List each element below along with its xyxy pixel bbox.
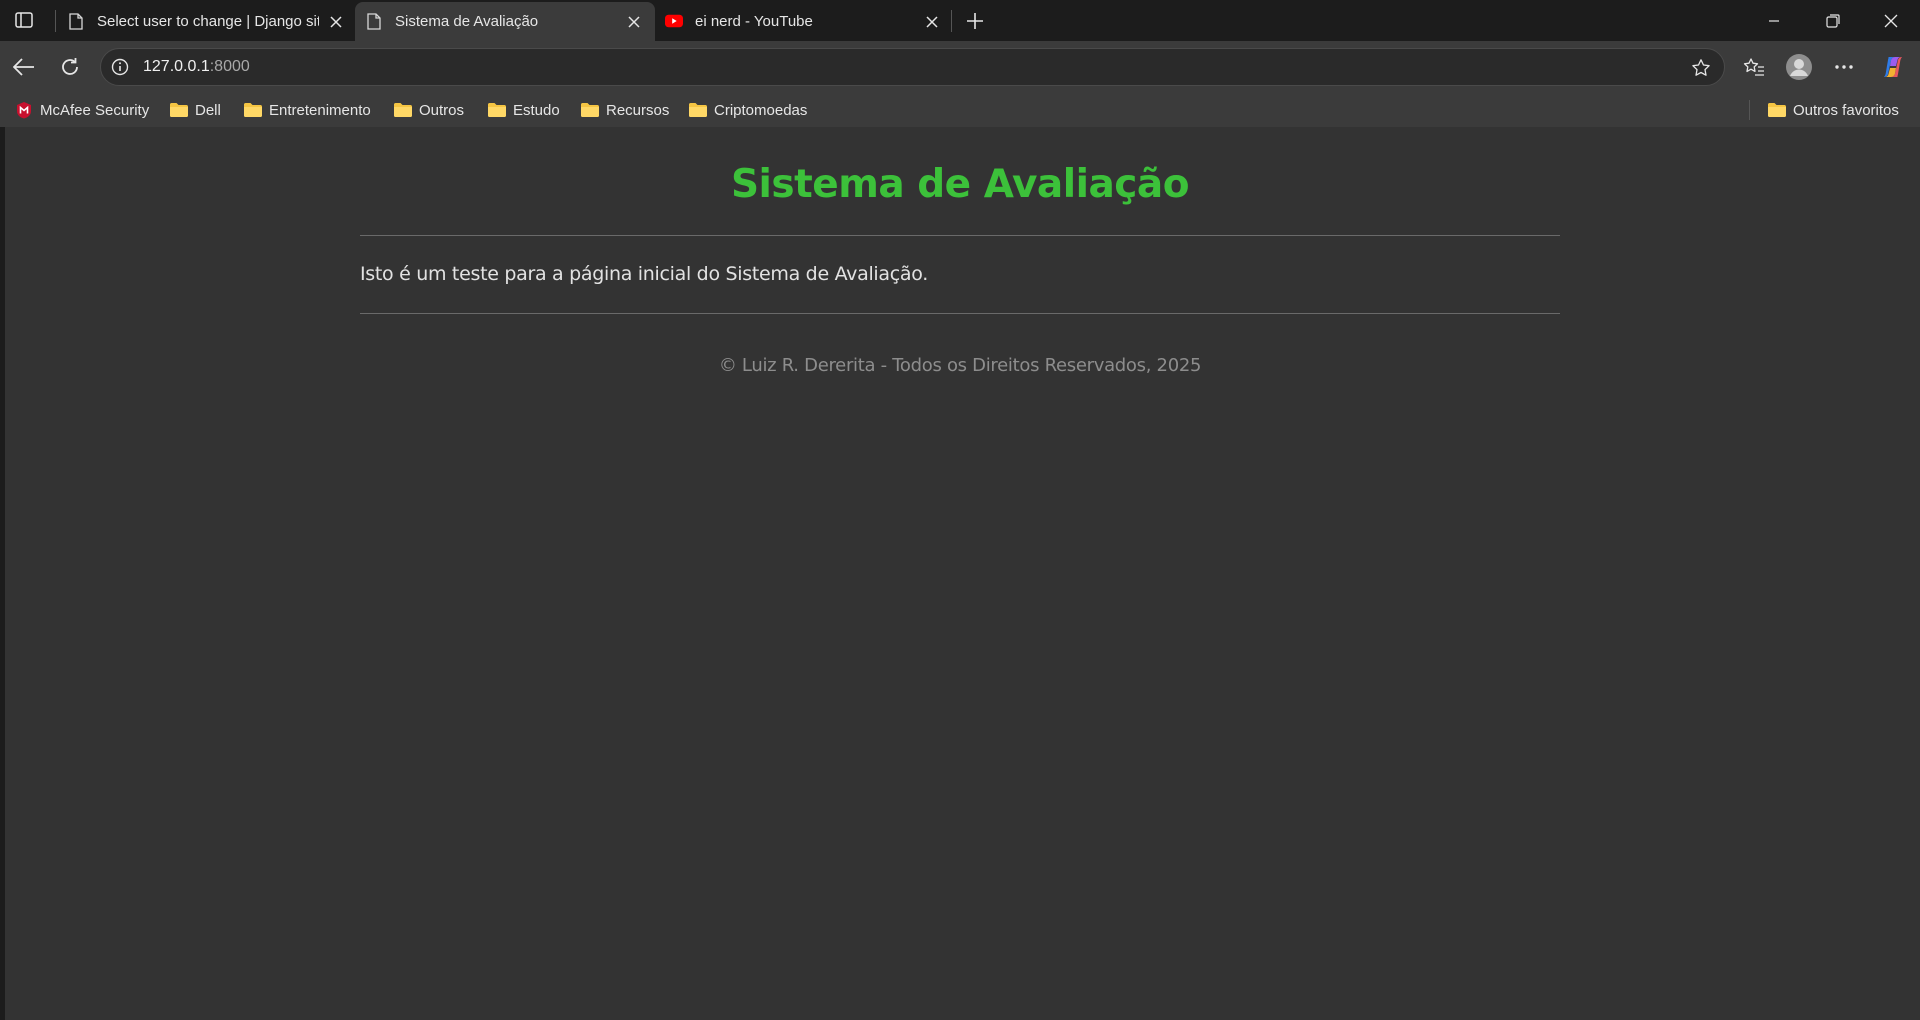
mcafee-icon	[14, 102, 34, 119]
web-page: Sistema de Avaliação Isto é um teste par…	[5, 127, 1920, 1020]
bookmark-folder-outros-favoritos[interactable]: Outros favoritos	[1767, 99, 1899, 121]
favorites-button[interactable]	[1738, 51, 1770, 83]
close-icon	[1884, 14, 1898, 27]
url-host: 127.0.0.1	[143, 58, 210, 75]
close-tab-icon[interactable]	[327, 13, 345, 31]
page-title: Sistema de Avaliação	[730, 162, 1190, 207]
settings-more-button[interactable]	[1828, 51, 1860, 83]
intro-text: Isto é um teste para a página inicial do…	[360, 263, 928, 285]
arrow-left-icon	[13, 58, 34, 76]
bookmarks-separator	[1749, 100, 1750, 120]
close-window-button[interactable]	[1862, 0, 1920, 41]
more-horizontal-icon	[1835, 65, 1853, 69]
bookmark-folder-recursos[interactable]: Recursos	[580, 99, 669, 121]
bookmark-folder-entretenimento[interactable]: Entretenimento	[243, 99, 371, 121]
folder-icon	[688, 102, 708, 118]
plus-icon	[967, 13, 983, 29]
folder-icon	[1767, 102, 1787, 118]
browser-toolbar: 127.0.0.1:8000	[0, 41, 1920, 93]
copilot-button[interactable]	[1877, 51, 1909, 83]
bookmark-mcafee[interactable]: McAfee Security	[14, 99, 149, 121]
bookmark-label: Criptomoedas	[714, 101, 808, 119]
close-tab-icon[interactable]	[923, 13, 941, 31]
bookmark-label: Outros favoritos	[1793, 101, 1899, 119]
tab-django-admin[interactable]: Select user to change | Django site	[57, 2, 353, 41]
favorite-star-icon[interactable]	[1690, 57, 1712, 79]
address-url: 127.0.0.1:8000	[143, 58, 250, 76]
tab-youtube[interactable]: ei nerd - YouTube	[655, 2, 951, 41]
youtube-icon	[665, 12, 683, 30]
back-button[interactable]	[8, 51, 40, 83]
bookmark-folder-estudo[interactable]: Estudo	[487, 99, 560, 121]
bookmark-label: Dell	[195, 101, 221, 119]
folder-icon	[580, 102, 600, 118]
profile-button[interactable]	[1783, 51, 1815, 83]
refresh-icon	[62, 58, 78, 75]
restore-icon	[1826, 13, 1840, 28]
folder-icon	[169, 102, 189, 118]
tab-strip: Select user to change | Django site Sist…	[0, 0, 1920, 41]
restore-button[interactable]	[1804, 0, 1862, 41]
tab-title: Select user to change | Django site	[97, 13, 319, 30]
bookmarks-bar: McAfee Security Dell Entretenimento Outr…	[0, 93, 1920, 127]
page-icon	[67, 12, 85, 30]
tab-title: ei nerd - YouTube	[695, 13, 813, 30]
tab-separator	[951, 10, 952, 32]
bookmark-folder-criptomoedas[interactable]: Criptomoedas	[688, 99, 807, 121]
minimize-button[interactable]	[1745, 0, 1803, 41]
bookmark-label: McAfee Security	[40, 101, 150, 119]
tab-separator	[55, 10, 56, 32]
bookmark-label: Outros	[419, 101, 465, 119]
favorites-list-icon	[1743, 58, 1764, 76]
site-info-icon[interactable]	[110, 57, 130, 77]
folder-icon	[393, 102, 413, 118]
tab-sistema-avaliacao[interactable]: Sistema de Avaliação	[355, 2, 655, 41]
avatar-icon	[1786, 54, 1812, 80]
tab-actions-button[interactable]	[10, 8, 38, 32]
bookmark-label: Recursos	[606, 101, 670, 119]
sidebar-toggle-icon	[15, 12, 33, 28]
page-icon	[365, 12, 383, 30]
footer-copyright: © Luiz R. Dererita - Todos os Direitos R…	[718, 355, 1202, 376]
footer-divider	[360, 313, 1560, 314]
bookmark-label: Estudo	[513, 101, 560, 119]
close-tab-icon[interactable]	[625, 13, 643, 31]
minimize-icon	[1769, 19, 1779, 22]
tab-title: Sistema de Avaliação	[395, 13, 539, 30]
url-port: :8000	[209, 58, 250, 75]
copilot-icon	[1884, 57, 1902, 77]
folder-icon	[487, 102, 507, 118]
refresh-button[interactable]	[54, 51, 86, 83]
bookmark-folder-outros[interactable]: Outros	[393, 99, 464, 121]
header-divider	[360, 235, 1560, 236]
bookmark-folder-dell[interactable]: Dell	[169, 99, 221, 121]
bookmark-label: Entretenimento	[269, 101, 371, 119]
address-bar[interactable]: 127.0.0.1:8000	[100, 48, 1725, 86]
folder-icon	[243, 102, 263, 118]
new-tab-button[interactable]	[962, 8, 988, 34]
